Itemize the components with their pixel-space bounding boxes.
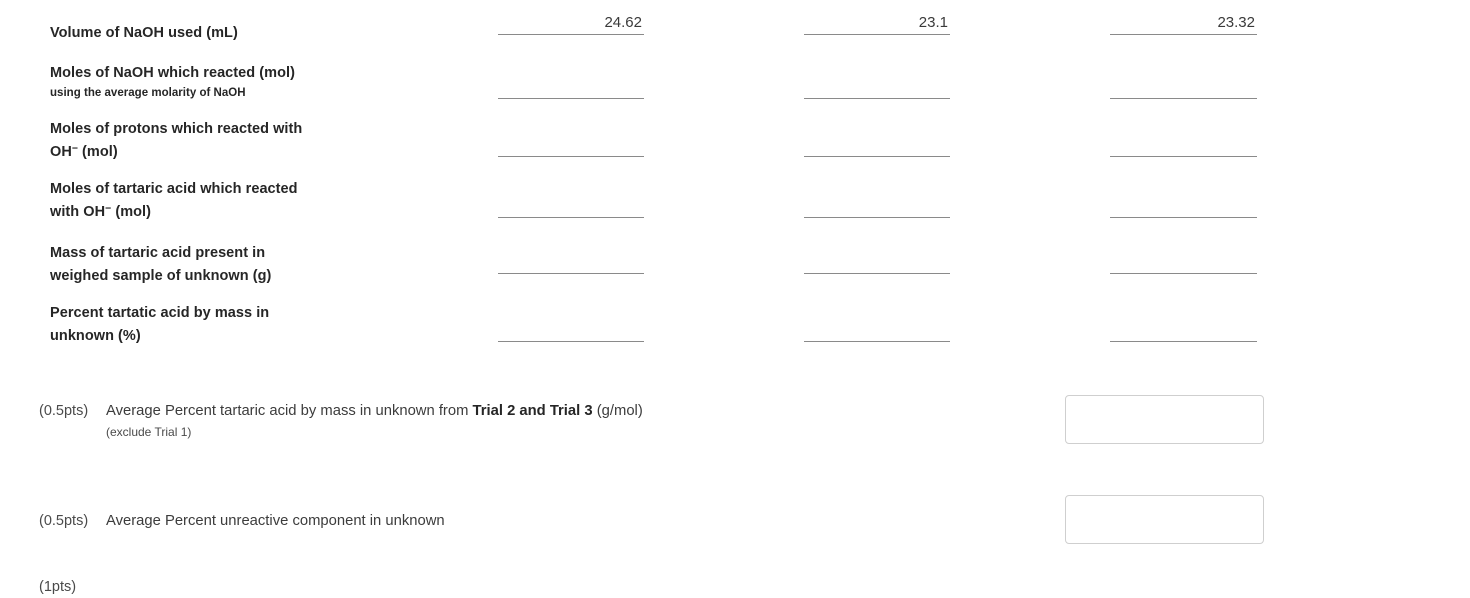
row-label-text-line2: weighed sample of unknown (g) xyxy=(50,268,272,284)
row-sublabel-text: using the average molarity of NaOH xyxy=(50,87,246,99)
question-points: (0.5pts) xyxy=(39,403,89,419)
question-text-emphasis: Trial 2 and Trial 3 xyxy=(472,403,593,419)
trial3-value-moles-protons[interactable] xyxy=(1110,135,1257,157)
answer-input-average-percent-unreactive-component[interactable] xyxy=(1065,495,1264,544)
row-label-text: Volume of NaOH used (mL) xyxy=(50,25,238,41)
row-label-text-line2: unknown (%) xyxy=(50,328,141,344)
trial2-value-percent-tartatic-acid[interactable] xyxy=(804,320,950,342)
trial2-value-moles-protons[interactable] xyxy=(804,135,950,157)
row-label-mass-tartaric-acid: Mass of tartaric acid present in weighed… xyxy=(50,242,470,288)
row-label-moles-tartaric-acid: Moles of tartaric acid which reacted wit… xyxy=(50,178,470,224)
trial2-value-mass-tartaric-acid[interactable] xyxy=(804,252,950,274)
next-question-points-clipped: (1pts) xyxy=(39,579,77,595)
trial3-value-moles-tartaric-acid[interactable] xyxy=(1110,196,1257,218)
trial1-value-moles-protons[interactable] xyxy=(498,135,644,157)
row-label-text-line1: Moles of tartaric acid which reacted xyxy=(50,181,298,197)
trial1-value-mass-tartaric-acid[interactable] xyxy=(498,252,644,274)
trial3-value-mass-tartaric-acid[interactable] xyxy=(1110,252,1257,274)
row-label-text-line2: OH xyxy=(50,144,72,160)
trial3-value-percent-tartatic-acid[interactable] xyxy=(1110,320,1257,342)
trial2-value-volume-naoh[interactable]: 23.1 xyxy=(804,13,950,35)
question-points: (0.5pts) xyxy=(39,513,89,529)
trial3-value-volume-naoh[interactable]: 23.32 xyxy=(1110,13,1257,35)
question-text-before: Average Percent unreactive component in … xyxy=(106,513,445,529)
trial1-value-volume-naoh[interactable]: 24.62 xyxy=(498,13,644,35)
question-text-after: (g/mol) xyxy=(592,403,643,419)
trial3-value-moles-naoh[interactable] xyxy=(1110,77,1257,99)
row-label-percent-tartatic-acid: Percent tartatic acid by mass in unknown… xyxy=(50,302,470,348)
trial2-value-moles-tartaric-acid[interactable] xyxy=(804,196,950,218)
row-label-text-line1: Percent tartatic acid by mass in xyxy=(50,305,270,321)
row-label-text: Moles of NaOH which reacted (mol) xyxy=(50,65,295,81)
question-text-before: Average Percent tartaric acid by mass in… xyxy=(106,403,473,419)
question-note: (exclude Trial 1) xyxy=(106,425,192,439)
trial1-value-moles-tartaric-acid[interactable] xyxy=(498,196,644,218)
row-label-text-line2: with OH xyxy=(50,204,106,220)
row-label-volume-naoh: Volume of NaOH used (mL) xyxy=(50,22,470,45)
question-text: Average Percent unreactive component in … xyxy=(106,510,445,532)
row-label-text-line1: Mass of tartaric acid present in xyxy=(50,245,266,261)
row-label-moles-protons: Moles of protons which reacted with OH− … xyxy=(50,118,470,164)
answer-input-average-percent-tartaric-acid[interactable] xyxy=(1065,395,1264,444)
trial1-value-moles-naoh[interactable] xyxy=(498,77,644,99)
trial2-value-moles-naoh[interactable] xyxy=(804,77,950,99)
trial1-value-percent-tartatic-acid[interactable] xyxy=(498,320,644,342)
row-label-text-line1: Moles of protons which reacted with xyxy=(50,121,303,137)
row-label-text-units: (mol) xyxy=(111,204,151,220)
row-label-text-units: (mol) xyxy=(77,144,118,160)
question-text: Average Percent tartaric acid by mass in… xyxy=(106,400,643,422)
row-label-moles-naoh: Moles of NaOH which reacted (mol) using … xyxy=(50,62,470,101)
